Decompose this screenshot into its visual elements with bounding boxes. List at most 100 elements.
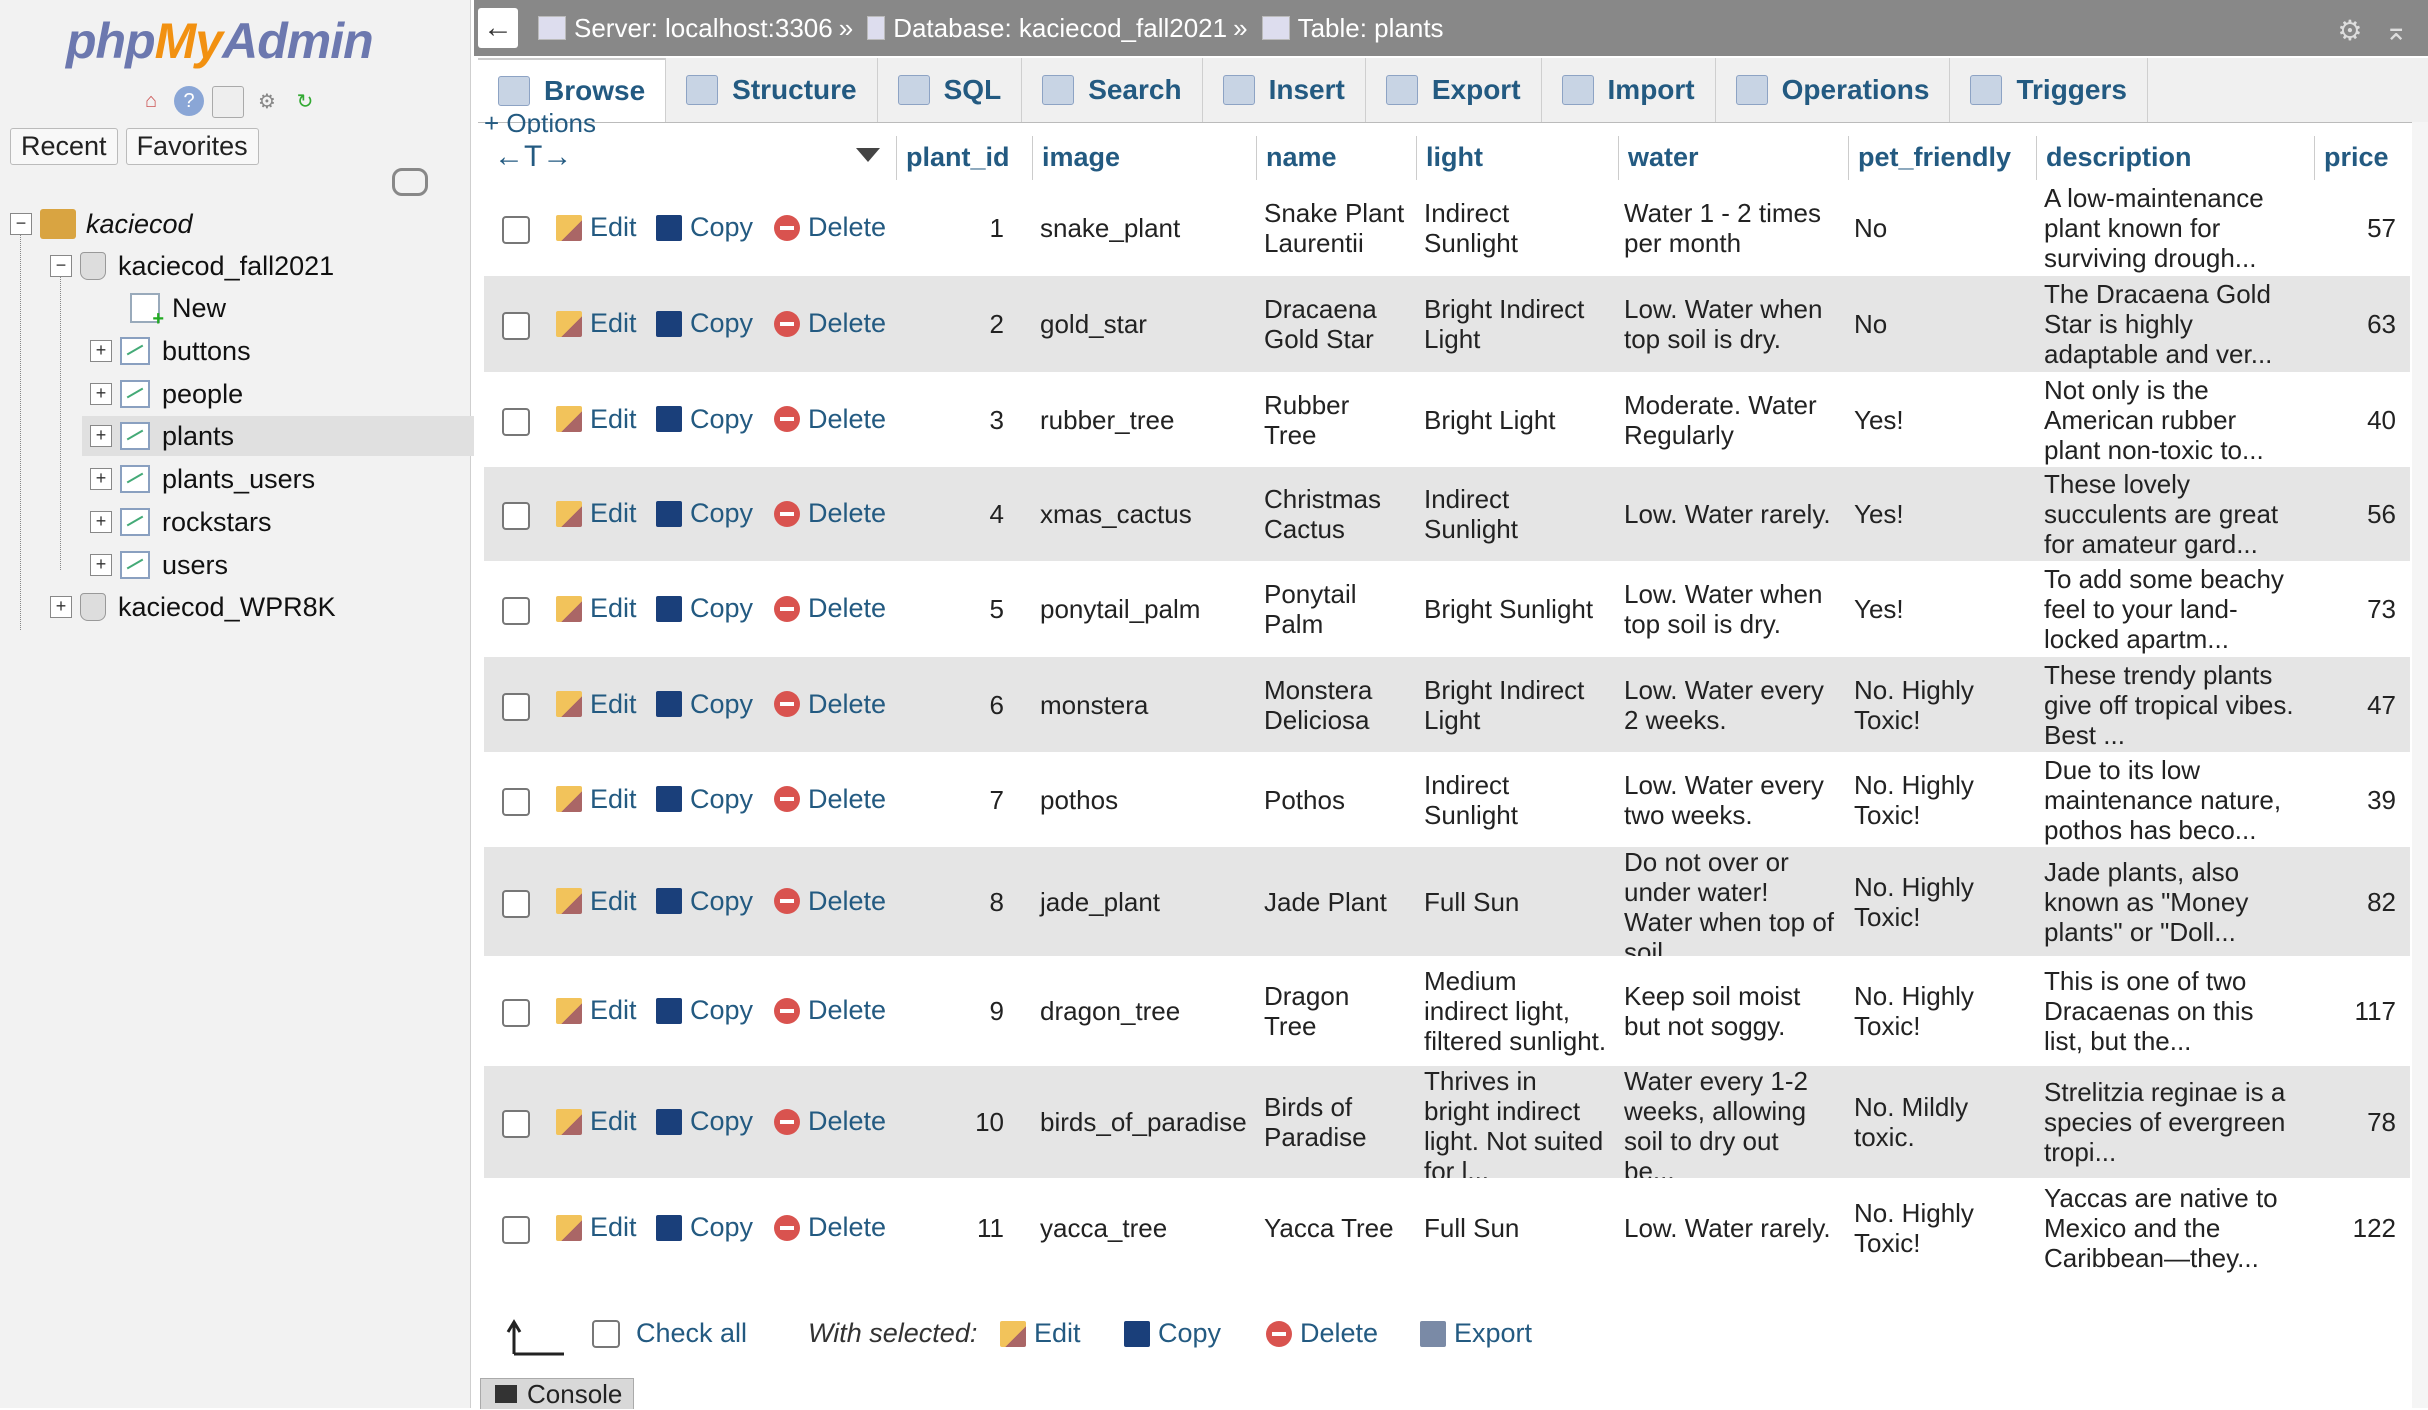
delete-row-button[interactable]: Delete: [774, 593, 886, 624]
cell-plant-id[interactable]: 7: [904, 785, 1004, 815]
tab-sql[interactable]: SQL: [878, 58, 1023, 122]
cell-price[interactable]: 40: [2314, 405, 2396, 435]
delete-row-button[interactable]: Delete: [774, 404, 886, 435]
check-all-checkbox[interactable]: [592, 1319, 620, 1348]
copy-row-button[interactable]: Copy: [656, 308, 753, 339]
edit-row-button[interactable]: Edit: [556, 784, 637, 815]
cell-light[interactable]: Bright Sunlight: [1424, 594, 1616, 624]
row-checkbox[interactable]: [502, 597, 530, 625]
cell-pet-friendly[interactable]: No. Highly Toxic!: [1854, 1198, 2034, 1258]
link-with-main-panel-icon[interactable]: [392, 168, 428, 196]
bulk-export-button[interactable]: Export: [1420, 1318, 1532, 1349]
expand-icon[interactable]: +: [50, 596, 72, 618]
copy-row-button[interactable]: Copy: [656, 886, 753, 917]
cell-water[interactable]: Water every 1-2 weeks, allowing soil to …: [1624, 1066, 1846, 1186]
cell-image[interactable]: rubber_tree: [1040, 405, 1254, 435]
copy-row-button[interactable]: Copy: [656, 784, 753, 815]
tree-new-table[interactable]: New: [130, 288, 226, 331]
expand-icon[interactable]: +: [90, 383, 112, 405]
cell-light[interactable]: Full Sun: [1424, 887, 1616, 917]
collapse-nav-button[interactable]: ←: [478, 8, 518, 48]
tree-table-rockstars[interactable]: + rockstars: [90, 502, 272, 542]
cell-name[interactable]: Ponytail Palm: [1264, 579, 1414, 639]
cell-name[interactable]: Snake Plant Laurentii: [1264, 198, 1414, 258]
delete-row-button[interactable]: Delete: [774, 1212, 886, 1243]
header-plant-id[interactable]: plant_id: [906, 142, 1010, 173]
row-checkbox[interactable]: [502, 312, 530, 340]
chevron-down-icon[interactable]: [856, 148, 880, 162]
cell-pet-friendly[interactable]: Yes!: [1854, 405, 2034, 435]
cell-plant-id[interactable]: 4: [904, 499, 1004, 529]
cell-description[interactable]: A low-maintenance plant known for surviv…: [2044, 183, 2312, 273]
cell-pet-friendly[interactable]: No. Highly Toxic!: [1854, 675, 2034, 735]
cell-water[interactable]: Keep soil moist but not soggy.: [1624, 981, 1846, 1041]
favorites-tab[interactable]: Favorites: [125, 128, 259, 165]
row-checkbox[interactable]: [502, 1216, 530, 1244]
copy-row-button[interactable]: Copy: [656, 498, 753, 529]
row-checkbox[interactable]: [502, 502, 530, 530]
edit-row-button[interactable]: Edit: [556, 886, 637, 917]
delete-row-button[interactable]: Delete: [774, 784, 886, 815]
cell-price[interactable]: 117: [2314, 996, 2396, 1026]
header-price[interactable]: price: [2324, 142, 2389, 173]
edit-row-button[interactable]: Edit: [556, 593, 637, 624]
tree-table-users[interactable]: + users: [90, 545, 228, 585]
cell-name[interactable]: Yacca Tree: [1264, 1213, 1414, 1243]
tree-root[interactable]: − kaciecod: [10, 204, 193, 244]
cell-price[interactable]: 56: [2314, 499, 2396, 529]
phpmyadmin-logo[interactable]: phpMyAdmin: [66, 12, 374, 70]
cell-description[interactable]: The Dracaena Gold Star is highly adaptab…: [2044, 279, 2312, 369]
cell-name[interactable]: Dracaena Gold Star: [1264, 294, 1414, 354]
cell-water[interactable]: Low. Water rarely.: [1624, 499, 1846, 529]
copy-row-button[interactable]: Copy: [656, 1106, 753, 1137]
delete-row-button[interactable]: Delete: [774, 995, 886, 1026]
row-checkbox[interactable]: [502, 407, 530, 436]
cell-image[interactable]: ponytail_palm: [1040, 594, 1254, 624]
cell-pet-friendly[interactable]: Yes!: [1854, 594, 2034, 624]
cell-water[interactable]: Low. Water every two weeks.: [1624, 770, 1846, 830]
header-light[interactable]: light: [1426, 142, 1483, 173]
cell-light[interactable]: Bright Indirect Light: [1424, 675, 1616, 735]
row-checkbox[interactable]: [502, 999, 530, 1027]
cell-pet-friendly[interactable]: No. Highly Toxic!: [1854, 872, 2034, 932]
cell-pet-friendly[interactable]: Yes!: [1854, 499, 2034, 529]
row-checkbox[interactable]: [502, 692, 530, 721]
cell-name[interactable]: Rubber Tree: [1264, 390, 1414, 450]
copy-row-button[interactable]: Copy: [656, 995, 753, 1026]
cell-light[interactable]: Indirect Sunlight: [1424, 198, 1616, 258]
cell-water[interactable]: Low. Water every 2 weeks.: [1624, 675, 1846, 735]
recent-tab[interactable]: Recent: [10, 128, 118, 165]
home-icon[interactable]: ⌂: [136, 86, 166, 116]
cell-image[interactable]: dragon_tree: [1040, 996, 1254, 1026]
tree-table-plants-users[interactable]: + plants_users: [90, 459, 315, 499]
cell-name[interactable]: Dragon Tree: [1264, 981, 1414, 1041]
bulk-copy-button[interactable]: Copy: [1124, 1318, 1221, 1349]
cell-image[interactable]: birds_of_paradise: [1040, 1107, 1254, 1137]
bulk-delete-button[interactable]: Delete: [1266, 1318, 1378, 1349]
cell-light[interactable]: Indirect Sunlight: [1424, 770, 1616, 830]
cell-plant-id[interactable]: 5: [904, 594, 1004, 624]
tab-structure[interactable]: Structure: [666, 58, 878, 122]
cell-name[interactable]: Monstera Deliciosa: [1264, 675, 1414, 735]
cell-plant-id[interactable]: 11: [904, 1213, 1004, 1243]
tab-export[interactable]: Export: [1366, 58, 1542, 122]
delete-row-button[interactable]: Delete: [774, 886, 886, 917]
cell-pet-friendly[interactable]: No. Highly Toxic!: [1854, 770, 2034, 830]
row-checkbox[interactable]: [502, 1110, 530, 1138]
cell-water[interactable]: Moderate. Water Regularly: [1624, 390, 1846, 450]
edit-row-button[interactable]: Edit: [556, 995, 637, 1026]
edit-row-button[interactable]: Edit: [556, 689, 637, 720]
tree-table-plants[interactable]: + plants: [82, 416, 474, 456]
copy-row-button[interactable]: Copy: [656, 1212, 753, 1243]
delete-row-button[interactable]: Delete: [774, 498, 886, 529]
cell-price[interactable]: 122: [2314, 1213, 2396, 1243]
expand-icon[interactable]: +: [90, 554, 112, 576]
delete-row-button[interactable]: Delete: [774, 308, 886, 339]
cell-price[interactable]: 82: [2314, 887, 2396, 917]
header-description[interactable]: description: [2046, 142, 2192, 173]
cell-light[interactable]: Full Sun: [1424, 1213, 1616, 1243]
cell-plant-id[interactable]: 8: [904, 887, 1004, 917]
breadcrumb-table[interactable]: Table: plants: [1298, 13, 1444, 44]
cell-description[interactable]: Jade plants, also known as "Money plants…: [2044, 857, 2312, 947]
vertical-scrollbar[interactable]: [2412, 122, 2428, 1408]
